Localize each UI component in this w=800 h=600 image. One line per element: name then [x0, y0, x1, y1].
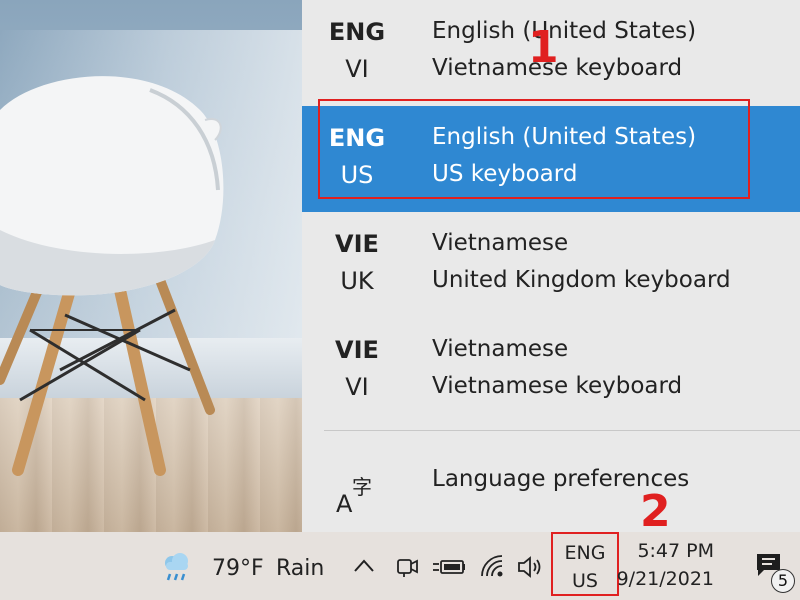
svg-text:字: 字	[352, 475, 372, 499]
taskbar: 79°F Rain ENG US 5:47 PM 9/21/2021	[0, 532, 800, 600]
language-name: English (United States)	[432, 18, 697, 44]
language-indicator-layout: US	[572, 570, 598, 592]
weather-widget[interactable]: 79°F Rain	[158, 532, 328, 600]
language-indicator-code: ENG	[564, 542, 606, 564]
language-code: ENG	[328, 18, 386, 46]
power-plug-icon[interactable]	[432, 554, 466, 580]
notification-count-badge: 5	[771, 569, 795, 593]
desktop-wallpaper	[0, 0, 302, 532]
keyboard-name: United Kingdom keyboard	[432, 267, 731, 293]
annotation-number-1: 1	[528, 22, 559, 73]
input-language-flyout: ENG VI English (United States) Vietnames…	[302, 0, 800, 532]
chevron-up-icon[interactable]	[352, 556, 376, 576]
layout-code: VI	[345, 373, 369, 401]
language-name: Vietnamese	[432, 336, 569, 362]
annotation-number-2: 2	[640, 486, 671, 537]
keyboard-name: Vietnamese keyboard	[432, 373, 683, 399]
language-indicator[interactable]: ENG US	[551, 532, 619, 596]
language-code: VIE	[335, 230, 379, 258]
language-item-vie-uk[interactable]: VIE UK Vietnamese United Kingdom keyboar…	[302, 212, 800, 318]
clock-date: 9/21/2021	[616, 568, 714, 590]
language-icon: A 字	[336, 475, 372, 514]
clock-time: 5:47 PM	[637, 540, 714, 562]
language-preferences-link[interactable]: A 字 Language preferences	[302, 436, 800, 532]
chair-illustration	[0, 76, 224, 476]
layout-code: VI	[345, 55, 369, 83]
meet-now-icon[interactable]	[394, 554, 420, 580]
language-code: VIE	[335, 336, 379, 364]
weather-temperature: 79°F	[212, 556, 264, 581]
wifi-icon[interactable]	[478, 552, 506, 580]
layout-code: UK	[340, 267, 374, 295]
weather-rain-icon	[165, 553, 188, 581]
language-name: Vietnamese	[432, 230, 569, 256]
svg-text:A: A	[336, 490, 353, 514]
language-item-vie-vi[interactable]: VIE VI Vietnamese Vietnamese keyboard	[302, 318, 800, 424]
speaker-icon[interactable]	[516, 554, 546, 580]
annotation-highlight-box	[318, 99, 750, 199]
weather-condition: Rain	[276, 556, 325, 581]
clock[interactable]: 5:47 PM 9/21/2021	[617, 532, 714, 600]
flyout-divider	[324, 430, 800, 431]
